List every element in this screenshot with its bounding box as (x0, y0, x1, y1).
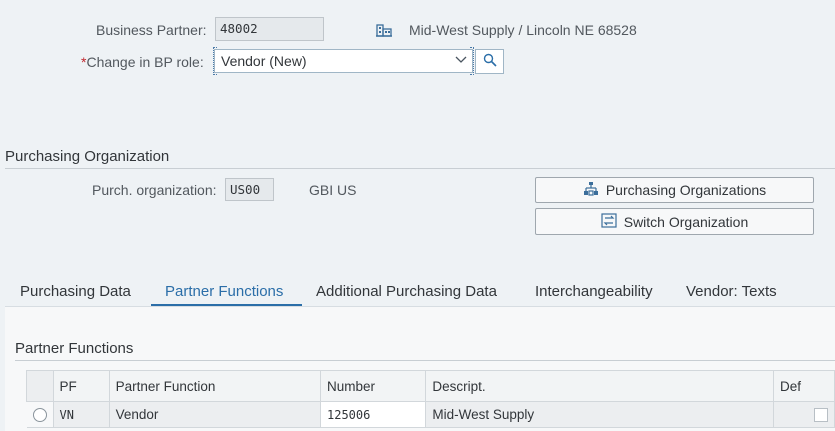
switch-organization-button[interactable]: Switch Organization (535, 208, 814, 235)
table-row[interactable]: VN Vendor 125006 Mid-West Supply (26, 401, 835, 428)
purchasing-organizations-button[interactable]: Purchasing Organizations (535, 177, 814, 203)
building-icon (376, 22, 392, 40)
bp-number-field[interactable]: 48002 (215, 17, 324, 41)
cell-number[interactable]: 125006 (319, 401, 427, 428)
role-dropdown[interactable]: Vendor (New) (213, 47, 474, 75)
bp-description: Mid-West Supply / Lincoln NE 68528 (409, 22, 637, 38)
role-dropdown-value: Vendor (New) (221, 53, 307, 69)
section-divider (5, 168, 835, 169)
column-header-description[interactable]: Descript. (425, 370, 774, 402)
panel-divider (15, 360, 835, 361)
chevron-down-icon[interactable] (455, 53, 467, 70)
row-radio[interactable] (32, 407, 47, 422)
row-selector-header[interactable] (26, 370, 54, 402)
cell-def[interactable] (772, 401, 835, 428)
role-label-text: Change in BP role: (86, 54, 204, 70)
bp-label: Business Partner: (96, 22, 207, 38)
purchasing-organizations-label: Purchasing Organizations (605, 182, 767, 198)
tab-vendor-texts[interactable]: Vendor: Texts (686, 283, 777, 300)
column-header-def[interactable]: Def (772, 370, 835, 402)
purch-org-field[interactable]: US00 (225, 178, 274, 201)
table-header-row: PF Partner Function Number Descript. Def (26, 370, 835, 402)
row-selector[interactable] (26, 401, 54, 428)
purch-org-section-title: Purchasing Organization (5, 148, 170, 165)
column-header-partner-function[interactable]: Partner Function (108, 370, 322, 402)
purch-org-description: GBI US (309, 182, 357, 198)
def-checkbox[interactable] (813, 407, 828, 422)
partner-functions-table: PF Partner Function Number Descript. Def… (26, 370, 835, 428)
cell-pf[interactable]: VN (52, 401, 110, 428)
search-button[interactable] (475, 49, 504, 74)
role-label: *Change in BP role: (81, 54, 204, 70)
tab-partner-functions[interactable]: Partner Functions (165, 283, 283, 300)
org-structure-icon (583, 181, 606, 199)
cell-description: Mid-West Supply (425, 401, 774, 428)
tab-interchangeability[interactable]: Interchangeability (535, 283, 653, 300)
partner-functions-title: Partner Functions (15, 340, 134, 357)
column-header-pf[interactable]: PF (52, 370, 110, 402)
tab-additional-purchasing-data[interactable]: Additional Purchasing Data (316, 283, 497, 300)
switch-organization-label: Switch Organization (623, 213, 749, 230)
cell-partner-function[interactable]: Vendor (108, 401, 322, 428)
search-icon (483, 53, 497, 70)
tab-purchasing-data[interactable]: Purchasing Data (20, 283, 131, 300)
column-header-number[interactable]: Number (319, 370, 427, 402)
switch-icon (601, 212, 624, 231)
purch-org-label: Purch. organization: (92, 182, 217, 198)
